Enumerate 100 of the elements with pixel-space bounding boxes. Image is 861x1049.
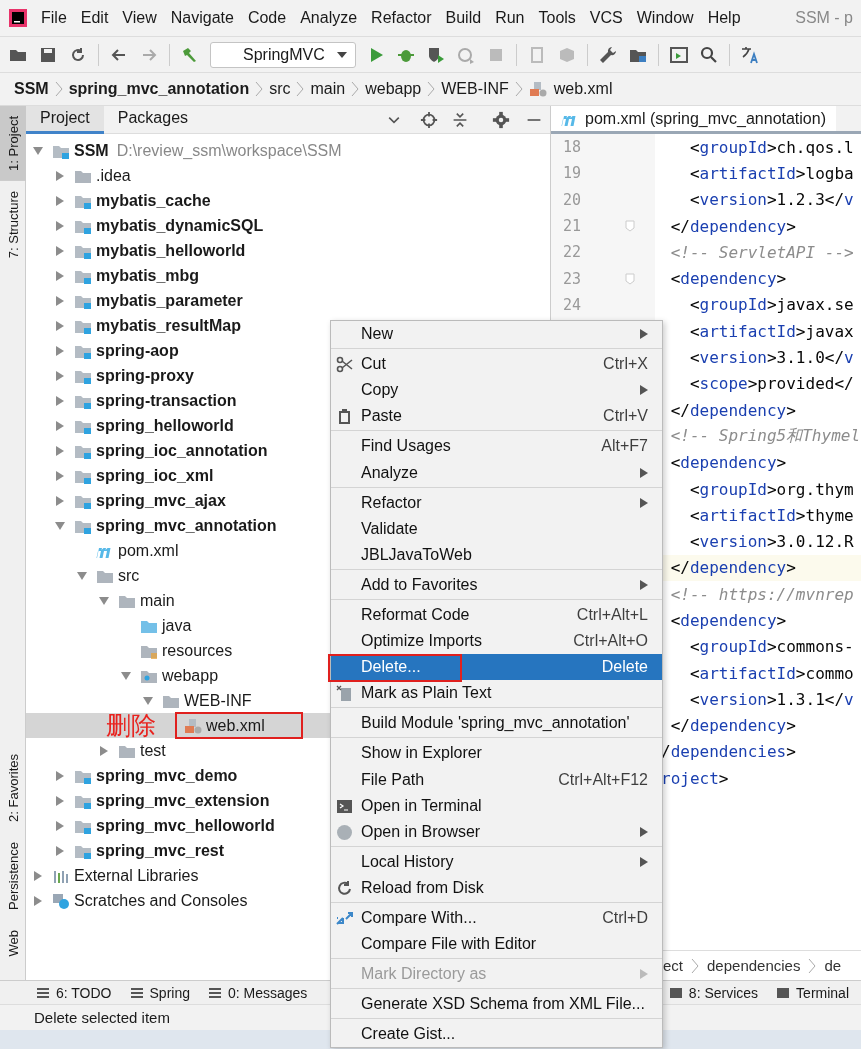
wrench-icon[interactable] [598,44,618,65]
tree-row[interactable]: mybatis_parameter [26,288,550,313]
expanded-arrow-icon[interactable] [76,569,88,582]
menu-item[interactable]: VCS [582,9,630,27]
fold-marker-icon[interactable] [625,272,635,285]
tool-window-tab[interactable]: 7: Structure [0,180,26,269]
tool-window-button[interactable]: 0: Messages [208,984,308,1001]
collapsed-arrow-icon[interactable] [54,444,66,457]
context-menu-item[interactable]: Paste Ctrl+V [331,403,662,430]
menu-item[interactable]: Window [629,9,701,27]
expanded-arrow-icon[interactable] [120,669,132,682]
collapse-all-icon[interactable] [452,110,468,129]
breadcrumb-item[interactable]: de [824,957,842,974]
tool-window-button[interactable]: Spring [129,984,190,1001]
context-menu-item[interactable]: Open in Terminal [331,792,662,819]
breadcrumb-item[interactable]: web.xml [528,80,613,98]
breadcrumb-item[interactable]: dependencies [707,957,801,974]
tool-window-tab[interactable]: Persistence [0,831,26,920]
collapsed-arrow-icon[interactable] [54,494,66,507]
collapsed-arrow-icon[interactable] [32,869,44,882]
context-menu-item[interactable]: Optimize Imports Ctrl+Alt+O [331,628,662,655]
fold-marker-icon[interactable] [625,220,635,233]
tree-row[interactable]: mybatis_cache [26,188,550,213]
search-icon[interactable] [699,44,719,65]
menu-item[interactable]: Edit [73,9,116,27]
collapsed-arrow-icon[interactable] [54,794,66,807]
menu-item[interactable]: Analyze [293,9,365,27]
context-menu-item[interactable]: Open in Browser [331,818,662,845]
collapsed-arrow-icon[interactable] [54,419,66,432]
context-menu-item[interactable]: JBLJavaToWeb [331,541,662,568]
collapsed-arrow-icon[interactable] [54,294,66,307]
context-menu-item[interactable]: New [331,321,662,348]
collapsed-arrow-icon[interactable] [54,344,66,357]
tree-row[interactable]: mybatis_helloworld [26,238,550,263]
breadcrumb-item[interactable]: SSM [14,80,49,98]
breadcrumb-item[interactable]: webapp [365,80,422,98]
context-menu-item[interactable]: Local History [331,848,662,875]
tree-row[interactable]: .idea [26,163,550,188]
expanded-arrow-icon[interactable] [54,519,66,532]
context-menu-item[interactable]: Analyze [331,459,662,486]
menu-item[interactable]: Code [240,9,294,27]
tool-window-button[interactable]: 8: Services [668,984,759,1001]
collapsed-arrow-icon[interactable] [54,319,66,332]
menu-item[interactable]: Refactor [364,9,439,27]
menu-item[interactable]: Tools [531,9,583,27]
run-config-dropdown[interactable]: SpringMVC [210,41,356,68]
tree-row[interactable]: mybatis_dynamicSQL [26,213,550,238]
breadcrumb-item[interactable]: WEB-INF [441,80,509,98]
tool-window-button[interactable]: Terminal [776,984,849,1001]
locate-icon[interactable] [420,110,438,129]
menu-item[interactable]: View [115,9,164,27]
menu-item[interactable]: Help [700,9,748,27]
panel-tab[interactable]: Packages [103,105,203,134]
collapsed-arrow-icon[interactable] [54,844,66,857]
tool-window-button[interactable]: 6: TODO [36,984,112,1001]
context-menu-item[interactable]: Find Usages Alt+F7 [331,433,662,460]
context-menu-item[interactable]: Cut Ctrl+X [331,351,662,378]
context-menu-item[interactable]: Refactor [331,489,662,516]
collapsed-arrow-icon[interactable] [98,744,110,757]
collapsed-arrow-icon[interactable] [54,819,66,832]
breadcrumb-item[interactable]: src [269,80,291,98]
context-menu-item[interactable]: Build Module 'spring_mvc_annotation' [331,710,662,737]
collapsed-arrow-icon[interactable] [54,169,66,182]
context-menu-item[interactable]: Validate [331,515,662,542]
context-menu-item[interactable]: Mark as Plain Text [331,680,662,707]
collapsed-arrow-icon[interactable] [54,469,66,482]
translate-icon[interactable] [740,44,760,65]
menu-item[interactable]: Navigate [163,9,241,27]
breadcrumb-item[interactable]: ect [663,957,683,974]
tool-window-tab[interactable]: 2: Favorites [0,743,26,832]
tree-row[interactable]: mybatis_mbg [26,263,550,288]
collapsed-arrow-icon[interactable] [54,369,66,382]
context-menu-item[interactable]: Show in Explorer [331,740,662,767]
context-menu-item[interactable]: Reload from Disk [331,874,662,901]
menu-item[interactable]: Run [488,9,532,27]
collapsed-arrow-icon[interactable] [54,244,66,257]
menu-item[interactable]: File [34,9,74,27]
context-menu-item[interactable]: Compare With... Ctrl+D [331,904,662,932]
settings-icon[interactable] [492,110,510,129]
collapsed-arrow-icon[interactable] [54,219,66,232]
collapsed-arrow-icon[interactable] [54,394,66,407]
breadcrumb-item[interactable]: spring_mvc_annotation [68,80,250,98]
menu-item[interactable]: Build [438,9,489,27]
tree-row[interactable]: SSM D:\review_ssm\workspace\SSM [26,138,550,163]
collapsed-arrow-icon[interactable] [54,269,66,282]
collapsed-arrow-icon[interactable] [32,894,44,907]
context-menu-item[interactable]: Delete... Delete [331,654,662,681]
context-menu-item[interactable]: Compare File with Editor [331,931,662,958]
expanded-arrow-icon[interactable] [98,594,110,607]
context-menu-item[interactable]: Add to Favorites [331,571,662,598]
editor-tab[interactable]: pom.xml (spring_mvc_annotation) [551,106,836,131]
context-menu-item[interactable]: File Path Ctrl+Alt+F12 [331,766,662,793]
console-window-icon[interactable] [669,44,689,65]
context-menu-item[interactable]: Reformat Code Ctrl+Alt+L [331,601,662,629]
collapsed-arrow-icon[interactable] [54,194,66,207]
breadcrumb-item[interactable]: main [310,80,346,98]
expanded-arrow-icon[interactable] [32,144,44,157]
tool-window-tab[interactable]: Web [0,919,26,966]
expanded-arrow-icon[interactable] [142,694,154,707]
context-menu-item[interactable]: Copy [331,377,662,404]
